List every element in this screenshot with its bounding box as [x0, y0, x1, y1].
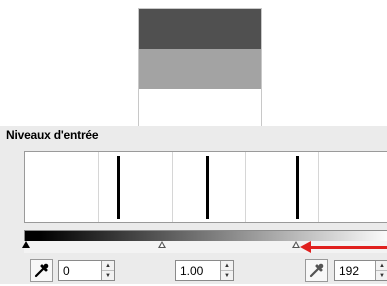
white-input-stepper[interactable]: ▲ ▼ — [334, 260, 387, 281]
preview-swatches — [138, 8, 262, 128]
histogram-peak — [206, 156, 209, 219]
white-input-spin[interactable]: ▲ ▼ — [375, 261, 387, 280]
black-point-handle[interactable] — [22, 241, 30, 248]
black-input-field[interactable] — [59, 261, 101, 280]
red-arrow-icon — [310, 246, 387, 249]
black-input-stepper[interactable]: ▲ ▼ — [58, 260, 115, 281]
swatch-white — [139, 89, 261, 127]
gamma-input-field[interactable] — [176, 261, 220, 280]
gamma-handle[interactable] — [158, 241, 166, 248]
white-point-picker-button[interactable] — [305, 259, 328, 282]
histogram-gridline — [318, 152, 319, 222]
white-input-field[interactable] — [335, 261, 375, 280]
eyedropper-icon — [34, 263, 49, 278]
increment-arrow-icon[interactable]: ▲ — [376, 261, 387, 271]
gamma-input-spin[interactable]: ▲ ▼ — [220, 261, 233, 280]
histogram-peak — [117, 156, 120, 219]
histogram — [24, 151, 387, 223]
white-point-handle[interactable] — [292, 241, 300, 248]
red-arrow-head — [300, 241, 311, 253]
gamma-input-stepper[interactable]: ▲ ▼ — [175, 260, 234, 281]
eyedropper-icon — [309, 263, 324, 278]
increment-arrow-icon[interactable]: ▲ — [221, 261, 233, 271]
histogram-gridline — [98, 152, 99, 222]
increment-arrow-icon[interactable]: ▲ — [102, 261, 114, 271]
levels-panel: Niveaux d'entrée ▲ ▼ ▲ ▼ — [0, 126, 387, 284]
decrement-arrow-icon[interactable]: ▼ — [221, 271, 233, 280]
histogram-gridline — [245, 152, 246, 222]
swatch-dark-grey — [139, 9, 261, 49]
swatch-mid-grey — [139, 49, 261, 89]
section-title-input-levels: Niveaux d'entrée — [6, 128, 99, 142]
decrement-arrow-icon[interactable]: ▼ — [102, 271, 114, 280]
histogram-gridline — [172, 152, 173, 222]
black-input-spin[interactable]: ▲ ▼ — [101, 261, 114, 280]
black-point-picker-button[interactable] — [30, 259, 53, 282]
histogram-peak — [296, 156, 299, 219]
decrement-arrow-icon[interactable]: ▼ — [376, 271, 387, 280]
